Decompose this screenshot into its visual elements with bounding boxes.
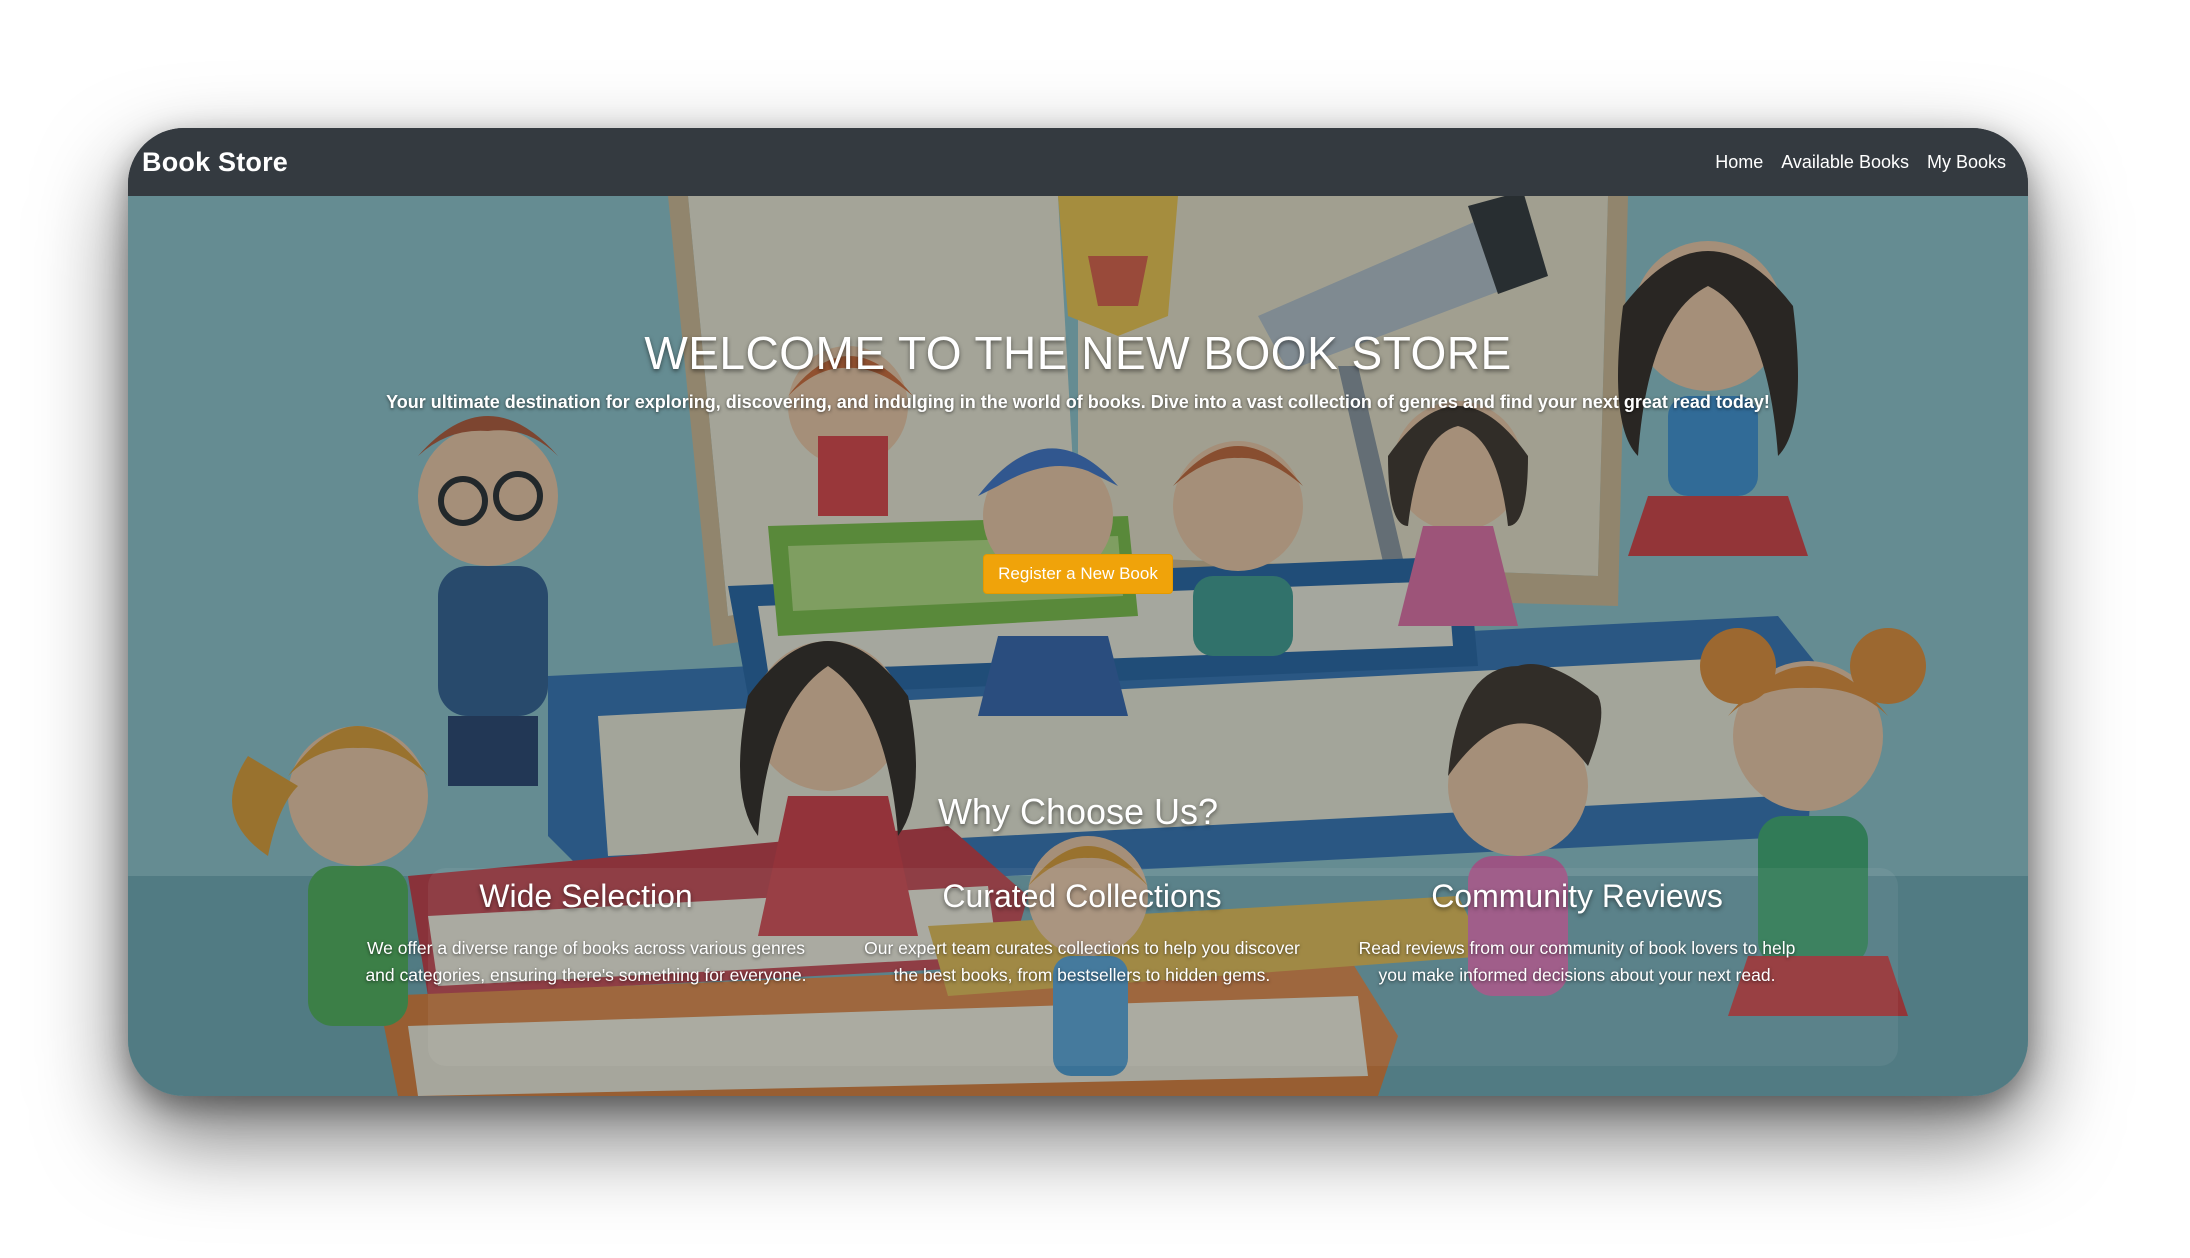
nav-link-available-books[interactable]: Available Books bbox=[1781, 152, 1909, 173]
brand-logo[interactable]: Book Store bbox=[142, 147, 288, 178]
nav-links: Home Available Books My Books bbox=[1715, 152, 2006, 173]
feature-text: Read reviews from our community of book … bbox=[1358, 938, 1796, 985]
nav-link-home[interactable]: Home bbox=[1715, 152, 1763, 173]
feature-curated-collections: Curated Collections Our expert team cura… bbox=[852, 878, 1312, 989]
feature-text: Our expert team curates collections to h… bbox=[864, 938, 1300, 985]
browser-window: Book Store Home Available Books My Books bbox=[128, 128, 2028, 1096]
why-choose-us-heading: Why Choose Us? bbox=[937, 791, 1219, 832]
hero-content: WELCOME TO THE NEW BOOK STORE Your ultim… bbox=[128, 196, 2028, 1096]
feature-text: We offer a diverse range of books across… bbox=[365, 938, 807, 985]
feature-title: Curated Collections bbox=[942, 878, 1222, 914]
feature-title: Wide Selection bbox=[479, 878, 693, 914]
navbar: Book Store Home Available Books My Books bbox=[128, 128, 2028, 196]
feature-community-reviews: Community Reviews Read reviews from our … bbox=[1347, 878, 1807, 989]
hero-section: WELCOME TO THE NEW BOOK STORE Your ultim… bbox=[128, 196, 2028, 1096]
feature-wide-selection: Wide Selection We offer a diverse range … bbox=[356, 878, 816, 989]
register-book-button[interactable]: Register a New Book bbox=[983, 554, 1173, 594]
nav-link-my-books[interactable]: My Books bbox=[1927, 152, 2006, 173]
hero-subtitle: Your ultimate destination for exploring,… bbox=[386, 392, 1770, 412]
hero-title: WELCOME TO THE NEW BOOK STORE bbox=[644, 327, 1512, 379]
feature-title: Community Reviews bbox=[1431, 878, 1723, 914]
